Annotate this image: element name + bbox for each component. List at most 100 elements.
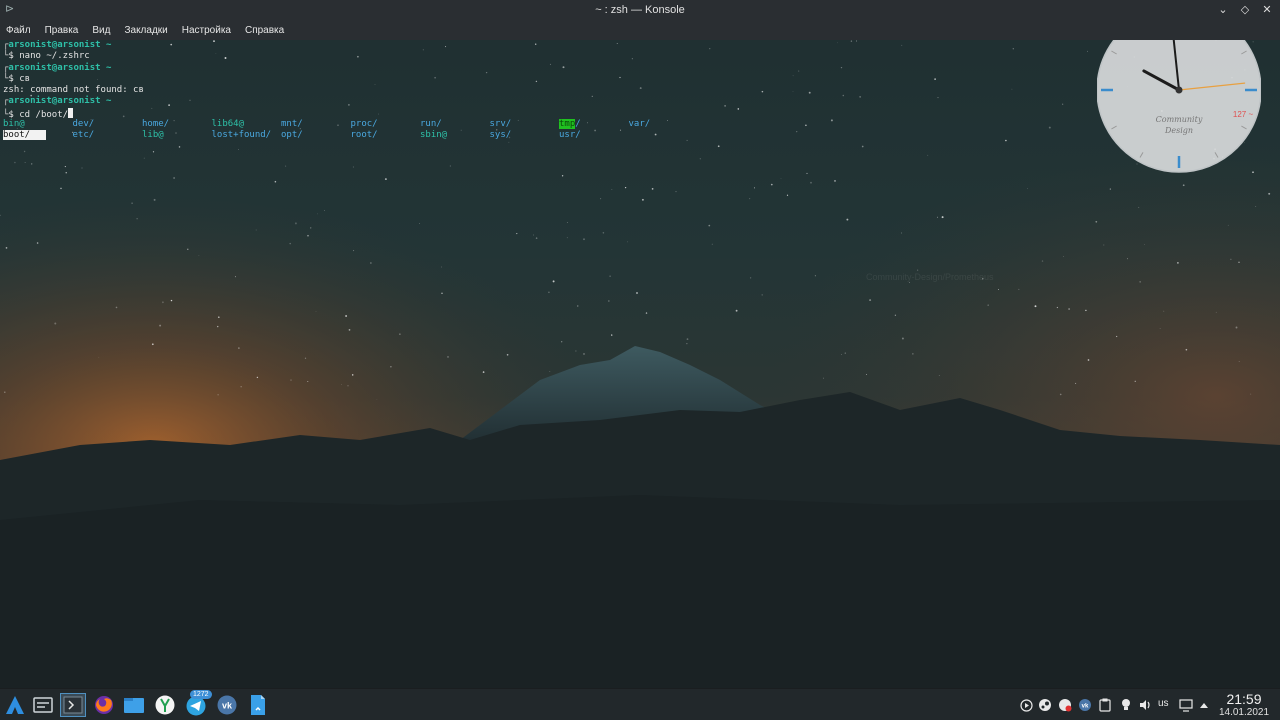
star [561, 175, 564, 177]
vk-icon[interactable]: vk [214, 693, 240, 717]
star [786, 194, 789, 196]
star [151, 343, 154, 346]
star [583, 353, 585, 355]
completion-entry: home/ [142, 119, 170, 130]
document-icon[interactable] [245, 693, 271, 717]
star [217, 316, 220, 319]
star [347, 385, 349, 387]
star [317, 213, 318, 215]
vk-tray-icon[interactable]: vk [1077, 697, 1093, 713]
star [384, 178, 387, 181]
star [737, 108, 740, 110]
completion-entry: root/ [350, 130, 378, 141]
konsole-icon[interactable] [60, 693, 86, 717]
star [934, 78, 936, 80]
media-play-icon[interactable] [1018, 697, 1034, 713]
completion-cell: root/ [351, 130, 421, 141]
window-menu-icon[interactable]: ⊳ [5, 3, 17, 15]
virtual-desktop-icon[interactable] [30, 693, 56, 717]
minimize-icon[interactable]: ⌄ [1216, 2, 1230, 18]
star [814, 275, 816, 277]
clock-date[interactable]: 14.01.2021 [1214, 707, 1274, 718]
star [187, 248, 189, 250]
volume-icon[interactable] [1137, 697, 1153, 713]
star [577, 305, 579, 307]
star [735, 309, 738, 312]
star [516, 233, 518, 235]
star [1116, 335, 1118, 338]
application-launcher-icon[interactable] [2, 693, 28, 717]
keyboard-layout[interactable]: us [1158, 698, 1169, 709]
star [1230, 258, 1232, 260]
star [1182, 184, 1185, 187]
menu-help[interactable]: Справка [245, 25, 284, 36]
completion-entry: etc/ [72, 130, 95, 141]
star [1250, 393, 1252, 395]
star [627, 241, 629, 243]
completion-entry[interactable]: boot/ [3, 130, 47, 141]
completion-cell: bin@ [3, 119, 73, 130]
star [81, 167, 83, 169]
expand-tray-icon[interactable] [1196, 697, 1212, 713]
menu-edit[interactable]: Правка [45, 25, 79, 36]
star [566, 237, 568, 239]
star [846, 218, 849, 221]
star [1144, 244, 1145, 245]
star [1011, 88, 1013, 90]
star [508, 141, 510, 143]
star [749, 277, 752, 279]
file-manager-icon[interactable] [121, 693, 147, 717]
star [780, 177, 782, 179]
command-line: └$ cd /boot/ [3, 107, 698, 120]
star [840, 66, 843, 69]
menu-view[interactable]: Вид [92, 25, 110, 36]
star [290, 379, 292, 381]
star [399, 333, 401, 335]
completion-cell: home/ [142, 119, 212, 130]
star [1095, 220, 1098, 223]
telegram-icon[interactable]: 1272 [183, 690, 212, 717]
window-titlebar[interactable]: ⊳ ~ : zsh — Konsole ⌄ ◇ ✕ [0, 0, 1280, 20]
star [289, 242, 291, 245]
command-text: cв [19, 73, 31, 84]
star [675, 191, 677, 193]
star [341, 384, 342, 385]
star [1235, 326, 1238, 329]
star [823, 377, 824, 379]
star [806, 172, 808, 174]
star [1027, 188, 1028, 189]
star [844, 352, 846, 354]
star [351, 374, 354, 376]
star [449, 165, 451, 167]
completion-cell: tmp/ [559, 119, 629, 130]
completion-cell: sbin@ [420, 130, 490, 141]
star [1139, 281, 1141, 283]
display-icon[interactable] [1178, 697, 1194, 713]
firefox-icon[interactable] [91, 693, 117, 717]
star [686, 338, 689, 340]
clipboard-icon[interactable] [1097, 697, 1113, 713]
close-icon[interactable]: ✕ [1260, 2, 1274, 18]
maximize-icon[interactable]: ◇ [1238, 2, 1252, 18]
star [98, 356, 100, 358]
clock-brand-line2: Design [1164, 126, 1193, 135]
lightbulb-icon[interactable] [1118, 697, 1134, 713]
star [841, 354, 843, 356]
menu-settings[interactable]: Настройка [182, 25, 231, 36]
star [535, 237, 538, 239]
steam-icon[interactable] [1037, 697, 1053, 713]
star [5, 247, 8, 249]
clock-time[interactable]: 21:59 [1214, 692, 1274, 706]
notification-icon[interactable] [1057, 697, 1073, 713]
analog-clock-widget[interactable]: Community Design 127 ~ [1097, 34, 1261, 174]
menu-bookmarks[interactable]: Закладки [124, 25, 167, 36]
yandex-browser-icon[interactable] [152, 693, 178, 717]
star [941, 216, 944, 219]
terminal-area[interactable]: ┌arsonist@arsonist ~ └$ nano ~/.zshrc ┌a… [3, 40, 698, 142]
star [810, 181, 812, 184]
menu-file[interactable]: Файл [6, 25, 31, 36]
star [307, 381, 309, 382]
star [162, 301, 164, 304]
completion-entry: var/ [628, 119, 651, 130]
star [1159, 327, 1161, 329]
